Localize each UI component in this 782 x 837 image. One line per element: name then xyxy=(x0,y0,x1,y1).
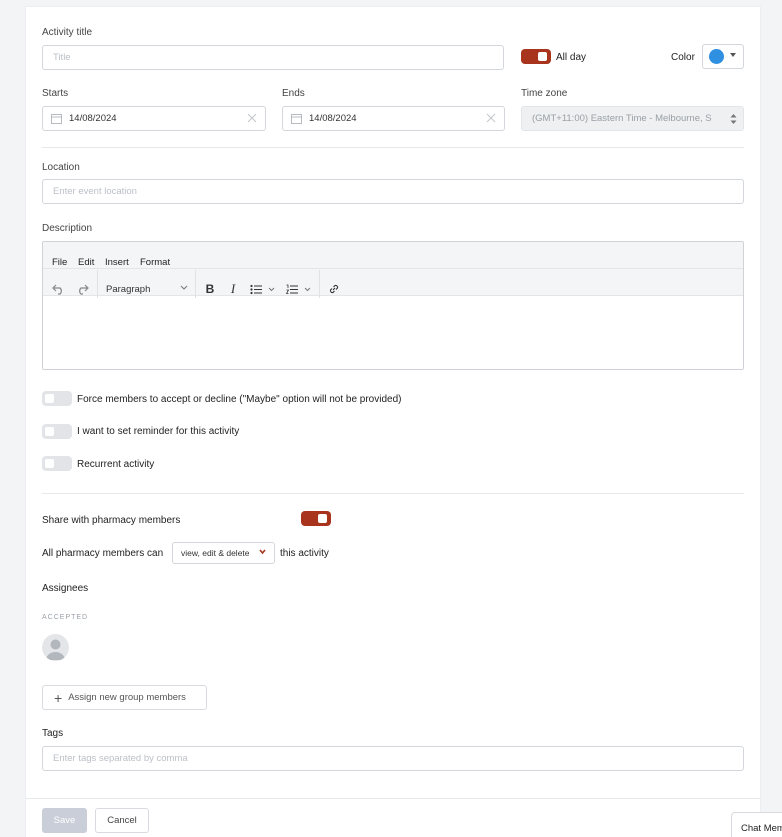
chevron-down-icon xyxy=(180,285,188,291)
title-placeholder: Title xyxy=(53,52,71,63)
toolbar-separator xyxy=(319,270,320,298)
recurrent-label: Recurrent activity xyxy=(77,459,155,470)
block-format-value: Paragraph xyxy=(106,283,151,295)
cancel-button[interactable]: Cancel xyxy=(95,808,149,833)
starts-date-value: 14/08/2024 xyxy=(69,113,117,124)
chat-label: Chat Mem xyxy=(741,823,782,834)
toolbar-separator xyxy=(195,270,196,298)
activity-title-label: Activity title xyxy=(42,27,93,38)
members-can-label: All pharmacy members can xyxy=(42,548,164,559)
menu-format[interactable]: Format xyxy=(140,257,170,268)
numbered-list-icon[interactable] xyxy=(283,278,317,300)
italic-icon[interactable]: I xyxy=(224,278,242,300)
share-toggle[interactable] xyxy=(301,511,331,526)
permission-value: view, edit & delete xyxy=(181,548,250,558)
avatar[interactable] xyxy=(42,634,69,661)
user-icon xyxy=(46,639,65,660)
block-format-select[interactable]: Paragraph xyxy=(100,278,192,300)
reminder-toggle[interactable] xyxy=(42,424,72,439)
save-button[interactable]: Save xyxy=(42,808,87,833)
toolbar-separator xyxy=(97,270,98,298)
location-placeholder: Enter event location xyxy=(53,186,137,197)
tags-label: Tags xyxy=(42,728,64,739)
ends-label: Ends xyxy=(282,88,305,99)
color-label: Color xyxy=(671,52,695,63)
bold-icon[interactable]: B xyxy=(201,278,219,300)
caret-down-icon xyxy=(730,53,736,57)
redo-icon[interactable] xyxy=(72,278,92,300)
force-members-label: Force members to accept or decline ("May… xyxy=(77,394,402,405)
reminder-label: I want to set reminder for this activity xyxy=(77,426,240,437)
description-label: Description xyxy=(42,223,93,234)
calendar-icon xyxy=(51,113,62,124)
permission-select[interactable]: view, edit & delete xyxy=(172,542,275,564)
assignees-label: Assignees xyxy=(42,583,89,594)
clear-icon[interactable] xyxy=(486,113,496,123)
menu-file[interactable]: File xyxy=(52,257,67,268)
all-day-label: All day xyxy=(556,52,587,63)
updown-caret-icon xyxy=(730,112,737,126)
title-input[interactable]: Title xyxy=(42,45,504,70)
divider xyxy=(42,493,744,494)
chevron-down-icon xyxy=(259,549,266,555)
force-members-toggle[interactable] xyxy=(42,391,72,406)
starts-date-input[interactable]: 14/08/2024 xyxy=(42,106,266,131)
undo-icon[interactable] xyxy=(48,278,68,300)
color-picker[interactable] xyxy=(702,44,744,69)
plus-icon: + xyxy=(54,689,63,706)
chat-members-tab[interactable]: Chat Mem xyxy=(731,812,782,837)
all-day-toggle[interactable] xyxy=(521,49,551,64)
timezone-select[interactable]: (GMT+11:00) Eastern Time - Melbourne, S xyxy=(521,106,744,131)
bullet-list-icon[interactable] xyxy=(247,278,281,300)
link-icon[interactable] xyxy=(324,278,344,300)
location-label: Location xyxy=(42,162,80,173)
menu-edit[interactable]: Edit xyxy=(78,257,94,268)
ends-date-input[interactable]: 14/08/2024 xyxy=(282,106,505,131)
calendar-icon xyxy=(291,113,302,124)
members-can-suffix: this activity xyxy=(280,548,329,559)
starts-label: Starts xyxy=(42,88,69,99)
toolbar-divider xyxy=(43,268,743,269)
footer-divider xyxy=(26,798,760,799)
recurrent-toggle[interactable] xyxy=(42,456,72,471)
location-input[interactable]: Enter event location xyxy=(42,179,744,204)
color-swatch xyxy=(709,49,724,64)
share-label: Share with pharmacy members xyxy=(42,515,181,526)
assign-members-label: Assign new group members xyxy=(68,692,186,703)
tags-input[interactable]: Enter tags separated by comma xyxy=(42,746,744,771)
tags-placeholder: Enter tags separated by comma xyxy=(53,753,188,764)
divider xyxy=(42,147,744,148)
clear-icon[interactable] xyxy=(247,113,257,123)
assign-members-button[interactable]: + Assign new group members xyxy=(42,685,207,710)
timezone-value: (GMT+11:00) Eastern Time - Melbourne, S xyxy=(532,113,712,124)
activity-form-card: Activity title Title All day Color Start… xyxy=(25,6,761,837)
timezone-label: Time zone xyxy=(521,88,568,99)
menu-insert[interactable]: Insert xyxy=(105,257,129,268)
accepted-label: ACCEPTED xyxy=(42,614,89,621)
editor-content[interactable] xyxy=(43,296,743,369)
ends-date-value: 14/08/2024 xyxy=(309,113,357,124)
